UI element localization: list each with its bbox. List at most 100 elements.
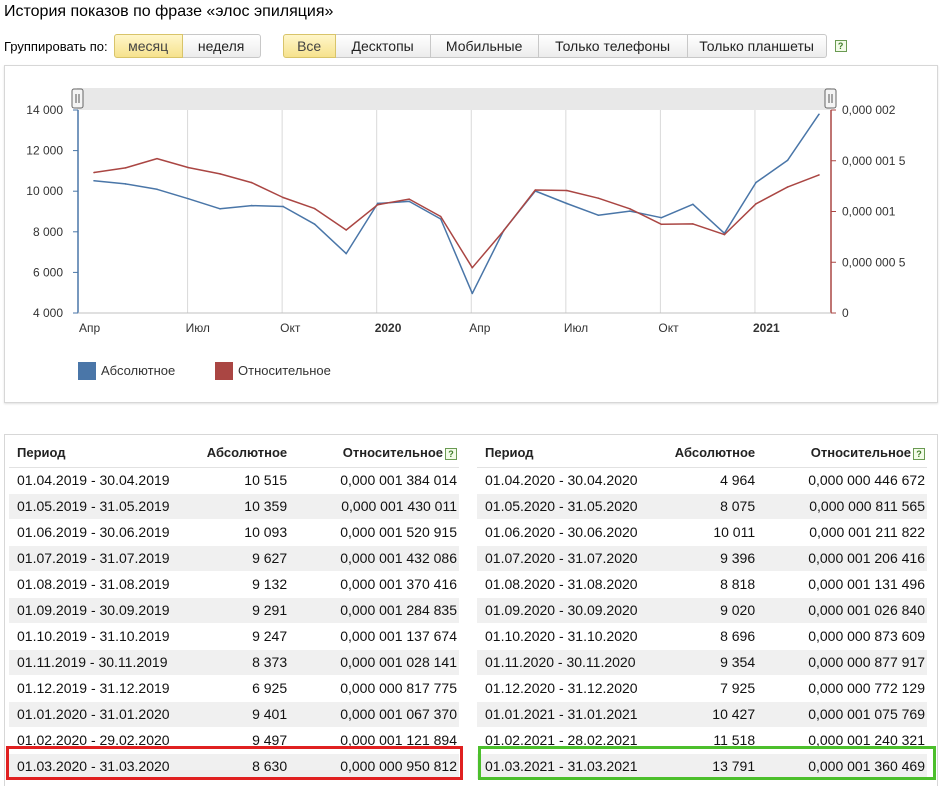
group-by-buttons: месяц неделя — [113, 34, 261, 58]
absolute-series-line[interactable] — [93, 113, 820, 295]
relative-data-point[interactable] — [692, 223, 694, 225]
relative-data-point[interactable] — [376, 203, 379, 206]
device-phones-button[interactable]: Только телефоны — [538, 34, 688, 58]
range-handle-right[interactable] — [824, 88, 837, 109]
table-row: 01.07.2019 - 31.07.2019 9 627 0,000 001 43… — [9, 545, 459, 572]
absolute-data-point[interactable] — [755, 181, 757, 184]
relative-data-point[interactable] — [156, 157, 158, 160]
device-mobile-button[interactable]: Мобильные — [430, 34, 539, 58]
y-left-tick-label: 12 000 — [26, 144, 63, 158]
absolute-data-point[interactable] — [786, 159, 789, 162]
period-cell: 01.06.2019 - 30.06.2019 — [9, 519, 199, 546]
range-selector-bar[interactable] — [77, 88, 831, 110]
relative-help-icon[interactable]: ? — [445, 448, 457, 461]
relative-data-point[interactable] — [250, 181, 253, 184]
relative-data-point[interactable] — [818, 174, 820, 176]
relative-data-point[interactable] — [786, 186, 789, 188]
legend-absolute-swatch[interactable] — [78, 362, 96, 380]
table-row: 01.03.2020 - 31.03.2020 8 630 0,000 000 95… — [9, 753, 459, 780]
period-cell: 01.05.2019 - 31.05.2019 — [9, 493, 199, 520]
relative-data-point[interactable] — [534, 189, 537, 191]
absolute-data-point[interactable] — [818, 113, 820, 116]
y-left-tick-label: 4 000 — [33, 306, 63, 320]
relative-cell: 0,000 000 873 609 — [757, 623, 927, 650]
table-row: 01.08.2019 - 31.08.2019 9 132 0,000 001 37… — [9, 571, 459, 598]
relative-data-point[interactable] — [502, 229, 505, 232]
stats-table-container: Период Абсолютное Относительное? 01.04.2… — [4, 434, 938, 786]
relative-cell: 0,000 001 520 915 — [289, 519, 459, 546]
relative-cell: 0,000 001 075 769 — [757, 701, 927, 728]
absolute-data-point[interactable] — [187, 197, 190, 200]
relative-cell: 0,000 001 284 835 — [289, 597, 459, 624]
relative-data-point[interactable] — [566, 189, 568, 192]
absolute-data-point[interactable] — [93, 179, 95, 182]
relative-data-point[interactable] — [471, 266, 474, 269]
table-row: 01.06.2020 - 30.06.2020 10 011 0,000 001 2… — [477, 519, 927, 546]
relative-cell: 0,000 000 877 917 — [757, 649, 927, 676]
absolute-data-point[interactable] — [345, 252, 347, 255]
group-week-button[interactable]: неделя — [182, 34, 261, 58]
absolute-data-point[interactable] — [408, 200, 411, 203]
legend-absolute-label[interactable]: Абсолютное — [101, 363, 175, 378]
relative-data-point[interactable] — [439, 215, 442, 218]
range-handle-left[interactable] — [71, 88, 84, 109]
table-row: 01.11.2020 - 30.11.2020 9 354 0,000 000 87… — [477, 649, 927, 676]
relative-cell: 0,000 001 360 469 — [757, 753, 927, 780]
relative-series-line[interactable] — [93, 157, 820, 269]
history-chart: 4 000 6 000 8 000 10 000 12 000 14 000 0 0,000… — [26, 88, 906, 380]
relative-data-point[interactable] — [723, 233, 726, 236]
relative-data-point[interactable] — [629, 207, 631, 210]
device-desktop-button[interactable]: Десктопы — [335, 34, 431, 58]
legend-relative-label[interactable]: Относительное — [238, 363, 331, 378]
table-row: 01.09.2019 - 30.09.2019 9 291 0,000 001 28… — [9, 597, 459, 624]
relative-data-point[interactable] — [755, 203, 757, 205]
period-cell: 01.11.2020 - 30.11.2020 — [477, 649, 667, 676]
absolute-data-point[interactable] — [219, 208, 221, 210]
relative-data-point[interactable] — [93, 171, 95, 174]
absolute-data-point[interactable] — [692, 203, 694, 206]
absolute-data-point[interactable] — [566, 202, 568, 205]
table-row: 01.08.2020 - 31.08.2020 8 818 0,000 001 13… — [477, 571, 927, 598]
help-icon[interactable]: ? — [834, 40, 847, 52]
absolute-cell: 9 627 — [198, 545, 290, 572]
relative-data-point[interactable] — [408, 198, 411, 200]
relative-data-point[interactable] — [282, 196, 284, 199]
absolute-data-point[interactable] — [156, 188, 158, 191]
relative-cell: 0,000 001 206 416 — [757, 545, 927, 572]
absolute-data-point[interactable] — [660, 216, 663, 219]
y-left-tick-label: 8 000 — [33, 225, 63, 239]
x-tick-label: 2021 — [753, 321, 780, 335]
period-cell: 01.01.2020 - 31.01.2020 — [9, 701, 199, 728]
relative-data-point[interactable] — [124, 167, 127, 169]
absolute-data-point[interactable] — [282, 205, 284, 208]
relative-cell: 0,000 001 384 014 — [289, 467, 459, 494]
relative-header: Относительное? — [757, 439, 927, 468]
relative-data-point[interactable] — [187, 166, 190, 169]
relative-cell: 0,000 000 817 775 — [289, 675, 459, 702]
absolute-data-point[interactable] — [597, 214, 600, 216]
absolute-data-point[interactable] — [124, 183, 127, 185]
group-month-button[interactable]: месяц — [113, 34, 183, 58]
table-row: 01.02.2020 - 29.02.2020 9 497 0,000 001 12… — [9, 727, 459, 754]
absolute-data-point[interactable] — [471, 292, 474, 295]
relative-data-point[interactable] — [597, 197, 600, 199]
relative-data-point[interactable] — [660, 223, 663, 226]
table-row: 01.02.2021 - 28.02.2021 11 518 0,000 001 2… — [477, 727, 927, 754]
period-cell: 01.04.2019 - 30.04.2019 — [9, 467, 199, 494]
table-row: 01.06.2019 - 30.06.2019 10 093 0,000 001 5… — [9, 519, 459, 546]
absolute-cell: 13 791 — [666, 753, 758, 780]
relative-data-point[interactable] — [345, 229, 347, 231]
absolute-data-point[interactable] — [250, 204, 253, 207]
device-tablets-button[interactable]: Только планшеты — [687, 34, 827, 58]
legend-relative-swatch[interactable] — [215, 362, 233, 380]
relative-data-point[interactable] — [313, 207, 316, 210]
device-all-button[interactable]: Все — [282, 34, 336, 58]
relative-data-point[interactable] — [219, 173, 221, 175]
period-cell: 01.11.2019 - 30.11.2019 — [9, 649, 199, 676]
absolute-data-point[interactable] — [313, 223, 316, 226]
relative-help-icon[interactable]: ? — [913, 448, 925, 461]
absolute-data-point[interactable] — [629, 210, 631, 212]
absolute-cell: 10 011 — [666, 519, 758, 546]
period-cell: 01.09.2019 - 30.09.2019 — [9, 597, 199, 624]
period-cell: 01.10.2019 - 31.10.2019 — [9, 623, 199, 650]
